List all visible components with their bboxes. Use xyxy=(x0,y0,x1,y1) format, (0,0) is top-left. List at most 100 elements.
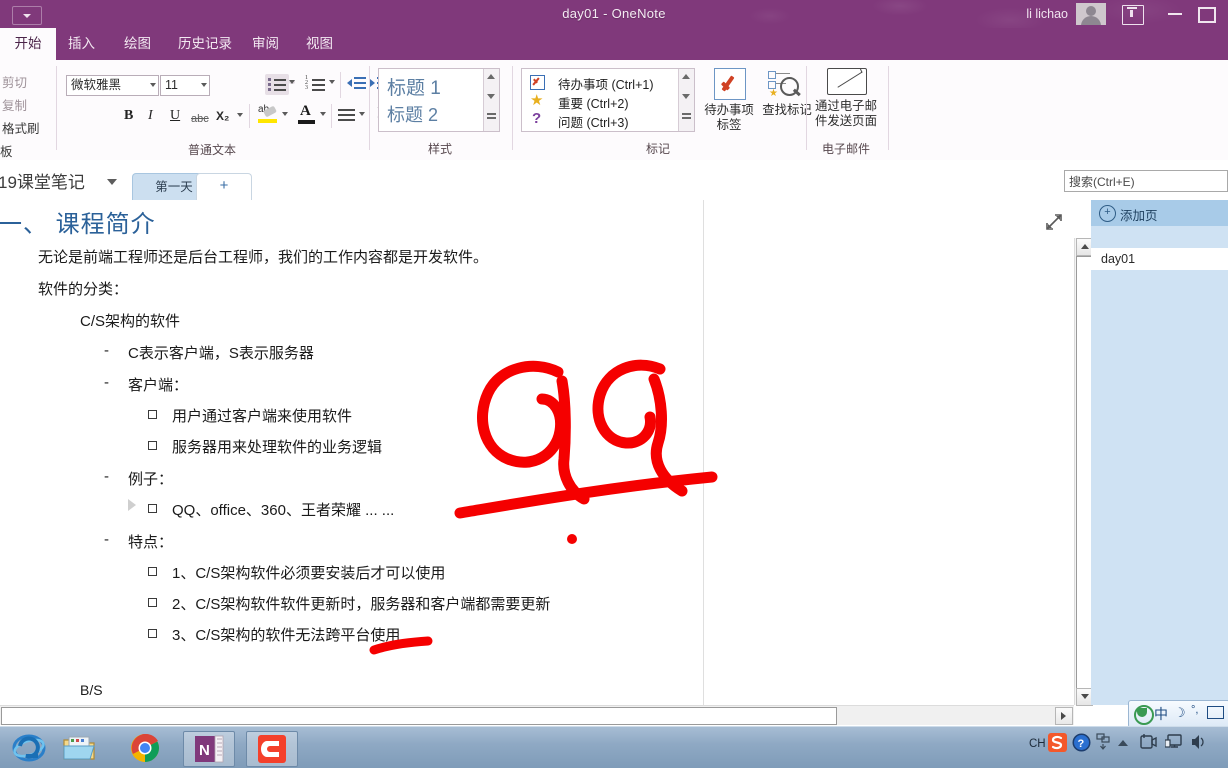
page-vertical-scrollbar[interactable] xyxy=(1074,238,1093,706)
scroll-down-icon[interactable] xyxy=(487,94,495,99)
gallery-more-icon[interactable] xyxy=(682,113,691,115)
text-highlight-icon[interactable]: ab xyxy=(257,104,279,126)
note-line[interactable]: 软件的分类： xyxy=(38,278,128,299)
note-line[interactable]: B/S xyxy=(80,682,103,698)
bullet-list-dropdown[interactable] xyxy=(289,80,295,84)
ribbon-tab-start[interactable]: 开始 xyxy=(0,28,56,60)
scroll-up-icon[interactable] xyxy=(682,74,690,79)
email-page-button[interactable]: 通过电子邮 件发送页面 xyxy=(807,68,885,129)
note-line[interactable]: 3、C/S架构的软件无法跨平台使用 xyxy=(172,624,400,645)
note-line[interactable]: 1、C/S架构软件必须要安装后才可以使用 xyxy=(172,562,445,583)
ribbon-tab-review[interactable]: 审阅 xyxy=(240,28,291,60)
note-line[interactable]: C表示客户端，S表示服务器 xyxy=(128,342,314,363)
input-language-indicator[interactable]: CH xyxy=(1029,738,1046,750)
ime-floating-bar[interactable]: 中 ☽ °, xyxy=(1128,700,1228,728)
style-heading-1[interactable]: 标题 1 xyxy=(387,73,441,100)
sogou-ime-icon[interactable] xyxy=(1048,733,1067,752)
ribbon-tab-history[interactable]: 历史记录 xyxy=(166,28,244,60)
tags-gallery-scrollbar[interactable] xyxy=(678,69,694,131)
note-line[interactable]: 特点： xyxy=(128,531,173,552)
minimize-icon[interactable] xyxy=(1168,13,1182,15)
page-canvas[interactable]: 一、 课程简介 无论是前端工程师还是后台工程师，我们的工作内容都是开发软件。 软… xyxy=(0,200,1074,705)
copy-button[interactable]: 复制 xyxy=(2,95,27,114)
note-line[interactable]: QQ、office、360、王者荣耀 ... ... xyxy=(172,499,394,520)
red-ink-underline-annotation[interactable] xyxy=(369,636,440,658)
moon-icon[interactable]: ☽ xyxy=(1174,705,1186,721)
italic-button[interactable]: I xyxy=(148,106,153,124)
styles-gallery[interactable]: 标题 1 标题 2 xyxy=(378,68,500,132)
taskbar-item-camtasia[interactable] xyxy=(246,731,298,767)
style-heading-2[interactable]: 标题 2 xyxy=(387,101,438,127)
font-size-combo[interactable]: 11 xyxy=(160,75,210,96)
add-section-button[interactable]: + xyxy=(196,173,252,201)
underline-button[interactable]: U xyxy=(170,106,180,124)
page-horizontal-scrollbar[interactable] xyxy=(0,705,1074,725)
expand-page-icon[interactable] xyxy=(1044,212,1064,232)
numbered-list-dropdown[interactable] xyxy=(329,80,335,84)
red-ink-annotation[interactable] xyxy=(450,355,740,555)
bold-button[interactable]: B xyxy=(124,106,133,124)
page-list-item-day01[interactable]: day01 xyxy=(1091,248,1228,270)
add-page-icon: + xyxy=(1099,205,1116,222)
restore-icon[interactable] xyxy=(1198,7,1216,23)
taskbar-item-file-explorer[interactable] xyxy=(54,731,104,765)
note-line[interactable]: 用户通过客户端来使用软件 xyxy=(172,405,352,426)
ribbon-tab-view[interactable]: 视图 xyxy=(294,28,345,60)
volume-icon[interactable] xyxy=(1190,732,1206,752)
tags-gallery[interactable]: 待办事项 (Ctrl+1) ★ 重要 (Ctrl+2) ? 问题 (Ctrl+3… xyxy=(521,68,695,132)
usb-eject-icon[interactable] xyxy=(1140,732,1158,752)
strikethrough-button[interactable]: abc xyxy=(191,109,209,127)
account-name[interactable]: li lichao xyxy=(1026,4,1068,24)
align-dropdown[interactable] xyxy=(359,112,365,116)
note-line[interactable]: 服务器用来处理软件的业务逻辑 xyxy=(172,436,382,457)
scroll-up-icon[interactable] xyxy=(487,74,495,79)
add-page-button[interactable]: + 添加页 xyxy=(1091,200,1228,226)
ribbon-tab-draw[interactable]: 绘图 xyxy=(112,28,163,60)
ribbon-display-options-icon[interactable] xyxy=(1122,5,1144,25)
styles-gallery-scrollbar[interactable] xyxy=(483,69,499,131)
ribbon-tab-insert[interactable]: 插入 xyxy=(56,28,107,60)
help-icon[interactable]: ? xyxy=(1072,733,1091,752)
add-page-label: 添加页 xyxy=(1120,209,1158,223)
note-line[interactable]: 客户端： xyxy=(128,374,188,395)
format-painter-button[interactable]: 格式刷 xyxy=(2,118,40,137)
subscript-button[interactable]: X₂ xyxy=(216,107,229,125)
notebook-name[interactable]: 19课堂笔记 xyxy=(0,168,85,193)
font-family-value: 微软雅黑 xyxy=(71,78,122,92)
cut-button[interactable]: 剪切 xyxy=(2,72,27,91)
gallery-more-icon[interactable] xyxy=(487,113,496,115)
font-color-button[interactable]: A xyxy=(297,103,317,126)
note-line[interactable]: 无论是前端工程师还是后台工程师，我们的工作内容都是开发软件。 xyxy=(38,246,488,267)
scroll-down-icon[interactable] xyxy=(682,94,690,99)
taskbar-item-google-chrome[interactable] xyxy=(120,731,170,765)
font-family-combo[interactable]: 微软雅黑 xyxy=(66,75,159,96)
decrease-indent-button[interactable] xyxy=(347,75,367,93)
todo-tag-button[interactable]: 待办事项 标签 xyxy=(698,68,760,133)
avatar[interactable] xyxy=(1076,3,1106,25)
font-color-dropdown[interactable] xyxy=(320,112,326,116)
subscript-dropdown[interactable] xyxy=(237,113,243,117)
taskbar-item-onenote[interactable]: N xyxy=(183,731,235,767)
page-pane-empty-area[interactable] xyxy=(1091,270,1228,705)
chinese-mode-icon[interactable]: 中 xyxy=(1154,704,1168,724)
clipboard-group-label: 板 xyxy=(0,145,13,159)
bullet-list-button[interactable] xyxy=(265,74,289,95)
highlight-dropdown[interactable] xyxy=(282,112,288,116)
halfwidth-icon[interactable]: °, xyxy=(1191,704,1198,716)
network-status-icon[interactable] xyxy=(1165,732,1184,752)
collapse-handle-icon[interactable] xyxy=(128,499,136,511)
taskbar-item-internet-explorer[interactable] xyxy=(4,731,54,765)
numbered-list-button[interactable]: 1 2 3 xyxy=(303,74,329,95)
network-icon[interactable] xyxy=(1096,732,1112,752)
scroll-right-button[interactable] xyxy=(1055,707,1073,725)
page-title[interactable]: 一、 课程简介 xyxy=(0,204,156,239)
align-icon[interactable] xyxy=(338,108,356,122)
note-line[interactable]: 例子： xyxy=(128,468,173,489)
note-line[interactable]: 2、C/S架构软件软件更新时，服务器和客户端都需要更新 xyxy=(172,593,550,614)
show-hidden-icons-icon[interactable] xyxy=(1118,740,1128,746)
note-line[interactable]: C/S架构的软件 xyxy=(80,310,180,331)
horizontal-scroll-thumb[interactable] xyxy=(1,707,837,725)
keyboard-icon[interactable] xyxy=(1207,706,1224,719)
search-input[interactable]: 搜索(Ctrl+E) xyxy=(1064,170,1228,192)
chevron-down-icon[interactable] xyxy=(107,179,117,185)
